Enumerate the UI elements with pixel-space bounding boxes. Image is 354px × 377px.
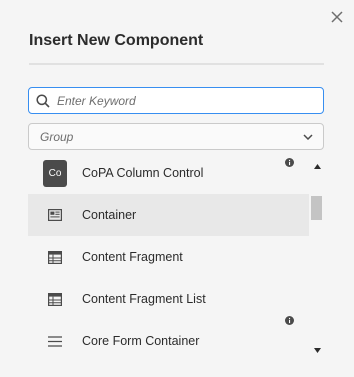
list-item-label: Content Fragment (82, 250, 183, 264)
group-select-value: Group (40, 129, 74, 144)
co-badge-icon: Co (43, 159, 67, 187)
list-item-content-fragment[interactable]: Content Fragment (28, 236, 309, 278)
list-item-core-form-container[interactable]: Core Form Container (28, 316, 309, 356)
table-icon (48, 292, 62, 306)
chevron-down-icon (303, 133, 313, 140)
component-list: Co CoPA Column Control Container Content… (28, 152, 324, 356)
list-item-label: CoPA Column Control (82, 166, 204, 180)
scroll-up-button[interactable] (310, 160, 324, 172)
scroll-thumb[interactable] (311, 196, 322, 220)
triangle-down-icon (313, 347, 321, 353)
scroll-down-button[interactable] (310, 344, 324, 356)
search-input[interactable] (57, 89, 323, 112)
info-icon[interactable] (285, 316, 294, 325)
list-item-container[interactable]: Container (28, 194, 309, 236)
container-icon (48, 209, 62, 221)
list-scrollbar[interactable] (310, 152, 324, 356)
search-icon (29, 88, 57, 113)
list-item-label: Core Form Container (82, 334, 200, 348)
dialog-title: Insert New Component (29, 32, 204, 49)
group-select[interactable]: Group (28, 123, 324, 150)
close-button[interactable] (328, 8, 346, 26)
close-icon (331, 11, 343, 23)
table-icon (48, 250, 62, 264)
list-item-content-fragment-list[interactable]: Content Fragment List (28, 278, 309, 320)
title-divider (29, 63, 324, 65)
list-item-label: Container (82, 208, 137, 222)
insert-component-dialog: Insert New Component Group Co CoPA Colum… (0, 0, 354, 377)
list-item-label: Content Fragment List (82, 292, 206, 306)
info-icon[interactable] (285, 158, 294, 167)
list-item-copa-column-control[interactable]: Co CoPA Column Control (28, 152, 309, 194)
search-field[interactable] (28, 87, 324, 114)
menu-lines-icon (48, 335, 62, 347)
triangle-up-icon (313, 163, 321, 169)
